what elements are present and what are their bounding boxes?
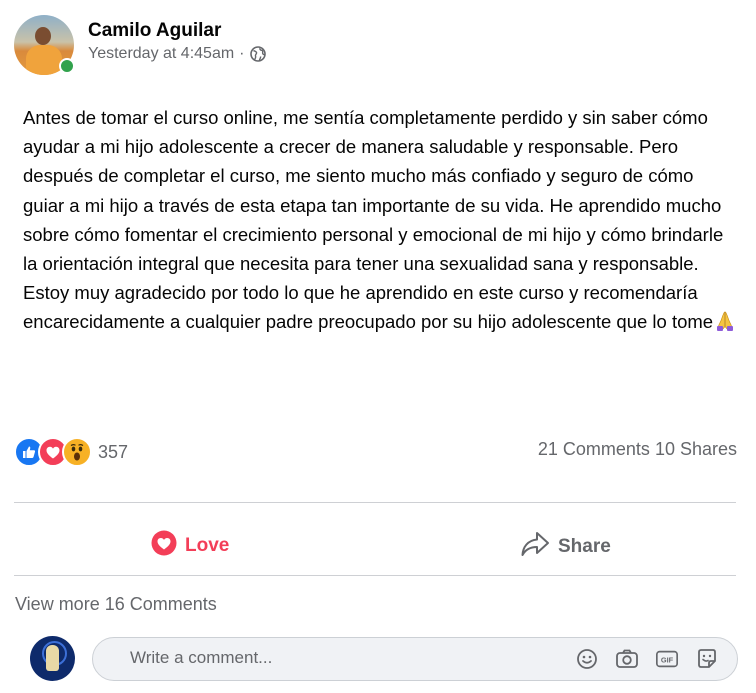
share-arrow-icon — [520, 530, 550, 564]
avatar-figure — [46, 645, 59, 671]
post-body: Antes de tomar el curso online, me sentí… — [23, 103, 738, 340]
reaction-summary[interactable]: 357 — [14, 437, 128, 467]
love-button-label: Love — [185, 535, 230, 556]
comment-input[interactable]: Write a comment... — [130, 648, 272, 668]
globe-icon[interactable] — [249, 46, 266, 62]
comment-box[interactable]: Write a comment... GIF — [92, 637, 738, 681]
reaction-count[interactable]: 357 — [98, 442, 128, 463]
post-timestamp[interactable]: Yesterday at 4:45am — [88, 45, 234, 63]
view-more-comments-link[interactable]: View more 16 Comments — [15, 594, 217, 615]
facebook-post: Camilo Aguilar Yesterday at 4:45am · Ant… — [0, 0, 756, 693]
share-button-label: Share — [558, 536, 611, 557]
avatar-shirt — [26, 45, 62, 75]
comment-tools: GIF — [575, 647, 719, 671]
love-button[interactable]: Love — [151, 530, 229, 562]
folded-hands-emoji-icon — [716, 310, 734, 339]
gif-icon[interactable]: GIF — [655, 647, 679, 671]
camera-icon[interactable] — [615, 647, 639, 671]
love-icon — [151, 530, 177, 562]
emoji-icon[interactable] — [575, 647, 599, 671]
share-button[interactable]: Share — [520, 530, 611, 564]
post-body-text: Antes de tomar el curso online, me sentí… — [23, 107, 724, 333]
comments-count-link[interactable]: 21 Comments — [538, 439, 650, 459]
sticker-icon[interactable] — [695, 647, 719, 671]
svg-text:GIF: GIF — [661, 656, 674, 665]
divider — [14, 502, 736, 503]
online-status-indicator — [59, 58, 75, 74]
meta-separator: · — [239, 45, 245, 62]
post-stats: 21 Comments 10 Shares — [538, 439, 737, 460]
divider — [14, 575, 736, 576]
shares-count-link[interactable]: 10 Shares — [655, 439, 737, 459]
avatar-head — [35, 27, 51, 45]
current-user-avatar[interactable] — [30, 636, 75, 681]
author-name[interactable]: Camilo Aguilar — [88, 20, 221, 42]
wow-reaction-icon — [62, 437, 92, 467]
post-meta: Yesterday at 4:45am · — [88, 45, 266, 63]
